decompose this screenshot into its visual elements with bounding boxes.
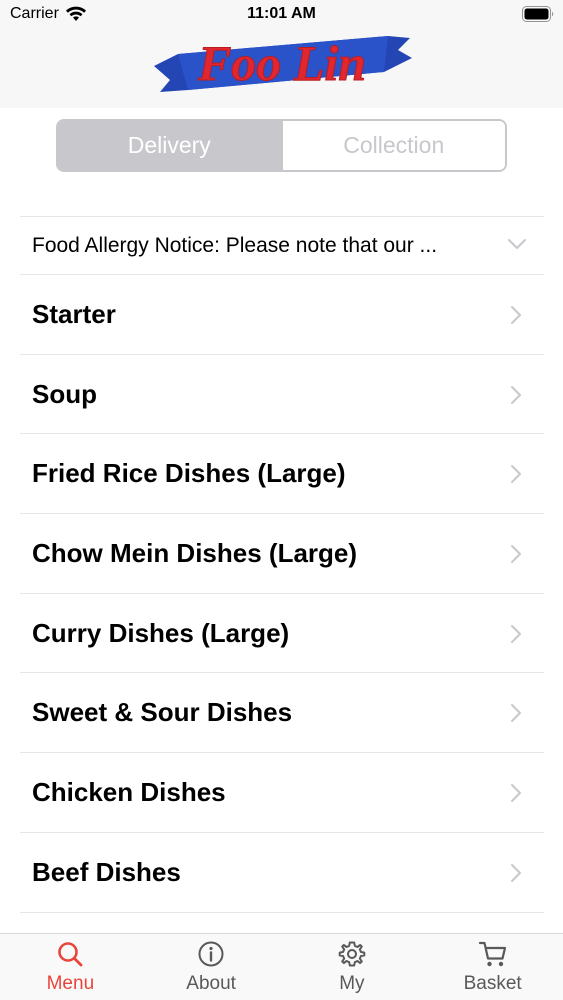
tab-my[interactable]: My	[282, 934, 423, 1000]
tab-about[interactable]: About	[141, 934, 282, 1000]
tab-bar: Menu About My Basket	[0, 933, 563, 1000]
category-label: Sweet & Sour Dishes	[32, 697, 293, 728]
tab-basket[interactable]: Basket	[422, 934, 563, 1000]
app-header: Foo Lin	[0, 28, 563, 108]
category-row-chicken[interactable]: Chicken Dishes	[20, 753, 544, 833]
chevron-right-icon	[511, 385, 521, 404]
category-label: Starter	[32, 298, 116, 329]
chevron-right-icon	[511, 624, 521, 643]
category-row-beef[interactable]: Beef Dishes	[20, 833, 544, 913]
category-row-soup[interactable]: Soup	[20, 355, 544, 435]
allergy-notice-text: Food Allergy Notice: Please note that ou…	[32, 233, 438, 257]
delivery-segment[interactable]: Delivery	[58, 121, 281, 170]
chevron-right-icon	[511, 465, 521, 484]
chevron-right-icon	[511, 545, 521, 564]
chevron-right-icon	[511, 784, 521, 803]
status-bar: Carrier 11:01 AM	[0, 0, 563, 28]
category-row-chow-mein[interactable]: Chow Mein Dishes (Large)	[20, 514, 544, 594]
chevron-right-icon	[511, 306, 521, 324]
category-label: Chicken Dishes	[32, 776, 226, 807]
category-row-curry[interactable]: Curry Dishes (Large)	[20, 594, 544, 674]
chevron-right-icon	[511, 863, 521, 882]
tab-my-label: My	[339, 973, 365, 994]
category-label: Soup	[32, 378, 97, 409]
category-row-sweet-sour[interactable]: Sweet & Sour Dishes	[20, 673, 544, 754]
category-label: Curry Dishes (Large)	[32, 617, 290, 648]
collection-segment[interactable]: Collection	[280, 121, 505, 170]
category-label: Beef Dishes	[32, 856, 181, 887]
battery-icon	[522, 6, 554, 22]
gear-icon	[338, 941, 366, 967]
tab-menu[interactable]: Menu	[0, 934, 141, 1000]
allergy-notice[interactable]: Food Allergy Notice: Please note that ou…	[20, 216, 544, 275]
order-type-selector: Delivery Collection	[56, 119, 507, 172]
category-row-fried-rice[interactable]: Fried Rice Dishes (Large)	[20, 434, 544, 515]
logo-text: Foo Lin	[197, 35, 366, 91]
tab-about-label: About	[186, 973, 236, 994]
search-icon	[58, 942, 83, 967]
category-label: Chow Mein Dishes (Large)	[32, 537, 358, 568]
cart-icon	[478, 941, 506, 967]
chevron-right-icon	[511, 704, 521, 723]
category-label: Fried Rice Dishes (Large)	[32, 458, 346, 489]
info-icon	[198, 941, 224, 967]
category-row-starter[interactable]: Starter	[20, 275, 544, 355]
tab-basket-label: Basket	[463, 973, 522, 994]
menu-category-list: Food Allergy Notice: Please note that ou…	[20, 216, 544, 913]
foo-lin-logo: Foo Lin	[154, 35, 412, 92]
tab-menu-label: Menu	[46, 973, 95, 994]
status-time: 11:01 AM	[247, 5, 316, 22]
chevron-down-icon[interactable]	[508, 238, 526, 250]
